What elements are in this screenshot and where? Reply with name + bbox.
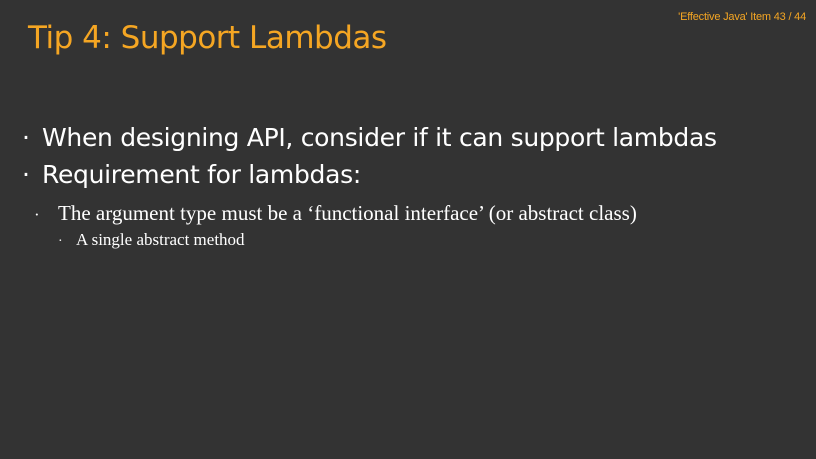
sub-sub-bullet-text: A single abstract method	[76, 230, 245, 249]
bullet-dot-icon: ·	[58, 234, 63, 249]
sub-bullet-text: The argument type must be a ‘functional …	[58, 201, 637, 225]
slide-title: Tip 4: Support Lambdas	[28, 20, 387, 56]
slide-reference: 'Effective Java' Item 43 / 44	[678, 11, 806, 23]
bullet-list: · When designing API, consider if it can…	[22, 123, 717, 254]
sub-bullet-item: · The argument type must be a ‘functiona…	[22, 201, 717, 230]
bullet-dot-icon: ·	[34, 205, 40, 224]
bullet-dot-icon: ·	[22, 123, 30, 152]
slide: 'Effective Java' Item 43 / 44 Tip 4: Sup…	[0, 0, 816, 459]
sub-sub-bullet-item: · A single abstract method	[22, 230, 717, 254]
bullet-text: When designing API, consider if it can s…	[42, 123, 717, 152]
bullet-item: · When designing API, consider if it can…	[22, 123, 717, 160]
bullet-item: · Requirement for lambdas:	[22, 160, 717, 197]
bullet-dot-icon: ·	[22, 160, 30, 189]
bullet-text: Requirement for lambdas:	[42, 160, 361, 189]
